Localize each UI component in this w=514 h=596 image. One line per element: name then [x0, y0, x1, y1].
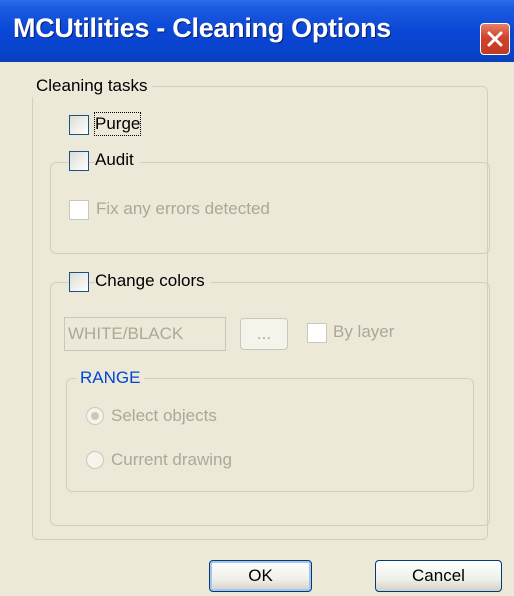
window-title: MCUtilities - Cleaning Options — [13, 13, 392, 43]
color-browse-button[interactable]: ... — [240, 318, 288, 350]
purge-checkbox[interactable] — [69, 115, 89, 135]
by-layer-checkbox[interactable] — [307, 323, 327, 343]
cancel-button[interactable]: Cancel — [375, 560, 502, 592]
audit-label[interactable]: Audit — [95, 149, 140, 171]
audit-checkbox[interactable] — [69, 151, 89, 171]
purge-label[interactable]: Purge — [93, 112, 142, 136]
by-layer-label[interactable]: By layer — [333, 321, 394, 343]
ok-button[interactable]: OK — [209, 560, 312, 592]
current-drawing-label[interactable]: Current drawing — [111, 449, 232, 471]
color-value-field[interactable]: WHITE/BLACK — [64, 317, 226, 351]
select-objects-label[interactable]: Select objects — [111, 405, 217, 427]
range-legend: RANGE — [76, 367, 145, 389]
current-drawing-radio[interactable] — [86, 451, 104, 469]
close-button[interactable] — [480, 23, 510, 55]
close-icon — [487, 31, 503, 47]
title-bar: MCUtilities - Cleaning Options — [0, 0, 514, 62]
fix-errors-label[interactable]: Fix any errors detected — [96, 198, 270, 220]
select-objects-radio[interactable] — [86, 407, 104, 425]
fix-errors-checkbox[interactable] — [69, 200, 89, 220]
cleaning-tasks-legend: Cleaning tasks — [32, 75, 152, 97]
change-colors-checkbox[interactable] — [69, 272, 89, 292]
range-group — [66, 378, 474, 492]
dialog-body: Cleaning tasks Purge Audit Fix any error… — [20, 62, 514, 596]
change-colors-label[interactable]: Change colors — [95, 270, 211, 292]
radio-selected-dot — [91, 412, 99, 420]
